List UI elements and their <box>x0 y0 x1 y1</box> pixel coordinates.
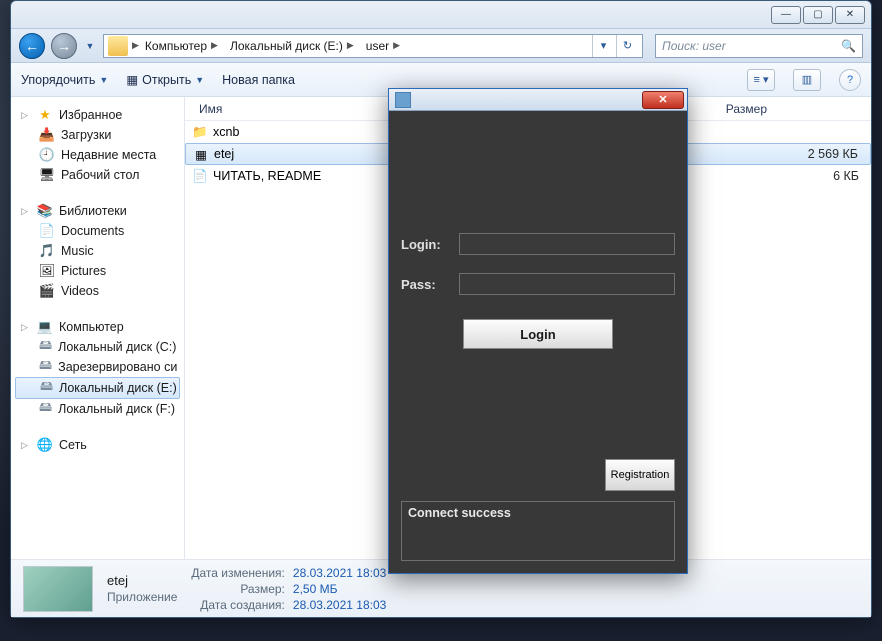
details-size-label: Размер: <box>191 582 285 596</box>
pass-label: Pass: <box>401 277 451 292</box>
drive-icon: 🖴 <box>39 359 52 375</box>
help-button[interactable]: ? <box>839 69 861 91</box>
new-folder-button[interactable]: Новая папка <box>222 73 295 87</box>
pictures-icon: 🖼 <box>39 263 55 279</box>
library-icon: 📚 <box>37 203 53 219</box>
app-icon <box>395 92 411 108</box>
music-icon: 🎵 <box>39 243 55 259</box>
details-created: 28.03.2021 18:03 <box>293 598 386 612</box>
nav-forward-button[interactable]: → <box>51 33 77 59</box>
nav-computer[interactable]: ▷💻Компьютер <box>11 317 184 337</box>
folder-icon <box>108 36 128 56</box>
breadcrumb-seg[interactable]: user▶ <box>360 39 406 53</box>
password-input[interactable] <box>459 273 675 295</box>
dialog-close-button[interactable]: ✕ <box>642 91 684 109</box>
nav-libraries[interactable]: ▷📚Библиотеки <box>11 201 184 221</box>
nav-documents[interactable]: 📄Documents <box>11 221 184 241</box>
documents-icon: 📄 <box>39 223 55 239</box>
status-box: Connect success <box>401 501 675 561</box>
refresh-button[interactable]: ↻ <box>616 35 638 57</box>
nav-videos[interactable]: 🎬Videos <box>11 281 184 301</box>
breadcrumb-seg[interactable]: Компьютер▶ <box>139 39 224 53</box>
breadcrumb[interactable]: ▶ Компьютер▶ Локальный диск (E:)▶ user▶ … <box>103 34 643 58</box>
login-dialog: ✕ Login: Pass: Login Registration Connec… <box>388 88 688 574</box>
breadcrumb-seg[interactable]: Локальный диск (E:)▶ <box>224 39 360 53</box>
details-type: Приложение <box>107 590 177 604</box>
file-name: etej <box>210 147 392 161</box>
nav-recent[interactable]: 🕘Недавние места <box>11 145 184 165</box>
recent-icon: 🕘 <box>39 147 55 163</box>
downloads-icon: 📥 <box>39 127 55 143</box>
app-icon: ▦ <box>192 147 210 162</box>
nav-drive-f[interactable]: 🖴Локальный диск (F:) <box>11 399 184 419</box>
file-size: 6 КБ <box>791 169 871 183</box>
txt-icon: 📄 <box>191 169 209 184</box>
file-thumbnail <box>23 566 93 612</box>
search-placeholder: Поиск: user <box>662 39 726 53</box>
nav-drive-e[interactable]: 🖴Локальный диск (E:) <box>15 377 180 399</box>
file-name: ЧИТАТЬ, README <box>209 169 391 183</box>
organize-menu[interactable]: Упорядочить ▼ <box>21 73 108 87</box>
desktop-icon: 🖥 <box>39 167 55 183</box>
close-button[interactable]: ✕ <box>835 6 865 24</box>
drive-icon: 🖴 <box>39 401 52 417</box>
nav-pictures[interactable]: 🖼Pictures <box>11 261 184 281</box>
col-name[interactable]: Имя <box>191 102 391 116</box>
search-icon: 🔍 <box>841 39 856 53</box>
dialog-titlebar: ✕ <box>389 89 687 111</box>
network-icon: 🌐 <box>37 437 53 453</box>
registration-button[interactable]: Registration <box>605 459 675 491</box>
nav-network[interactable]: ▷🌐Сеть <box>11 435 184 455</box>
nav-downloads[interactable]: 📥Загрузки <box>11 125 184 145</box>
nav-music[interactable]: 🎵Music <box>11 241 184 261</box>
details-mod: 28.03.2021 18:03 <box>293 566 386 580</box>
open-button[interactable]: ▦ Открыть ▼ <box>126 72 204 87</box>
file-name: xcnb <box>209 125 391 139</box>
details-mod-label: Дата изменения: <box>191 566 285 580</box>
nav-drive-reserved[interactable]: 🖴Зарезервировано си <box>11 357 184 377</box>
nav-favorites[interactable]: ▷★Избранное <box>11 105 184 125</box>
drive-icon: 🖴 <box>40 380 53 396</box>
computer-icon: 💻 <box>37 319 53 335</box>
star-icon: ★ <box>37 107 53 123</box>
open-icon: ▦ <box>126 72 138 87</box>
view-options-button[interactable]: ≡ ▾ <box>747 69 775 91</box>
preview-pane-button[interactable]: ▥ <box>793 69 821 91</box>
address-bar: ← → ▼ ▶ Компьютер▶ Локальный диск (E:)▶ … <box>11 29 871 63</box>
login-label: Login: <box>401 237 451 252</box>
nav-drive-c[interactable]: 🖴Локальный диск (C:) <box>11 337 184 357</box>
login-input[interactable] <box>459 233 675 255</box>
search-input[interactable]: Поиск: user 🔍 <box>655 34 863 58</box>
details-name: etej <box>107 573 177 588</box>
login-button[interactable]: Login <box>463 319 613 349</box>
details-size: 2,50 МБ <box>293 582 386 596</box>
videos-icon: 🎬 <box>39 283 55 299</box>
nav-back-button[interactable]: ← <box>19 33 45 59</box>
folder-icon: 📁 <box>191 125 209 140</box>
col-size[interactable]: Размер <box>695 102 775 116</box>
nav-history-dropdown[interactable]: ▼ <box>83 33 97 59</box>
drive-icon: 🖴 <box>39 339 52 355</box>
nav-desktop[interactable]: 🖥Рабочий стол <box>11 165 184 185</box>
details-created-label: Дата создания: <box>191 598 285 612</box>
titlebar: — ▢ ✕ <box>11 1 871 29</box>
minimize-button[interactable]: — <box>771 6 801 24</box>
navigation-pane: ▷★Избранное 📥Загрузки 🕘Недавние места 🖥Р… <box>11 97 185 559</box>
file-size: 2 569 КБ <box>790 147 870 161</box>
breadcrumb-dropdown[interactable]: ▾ <box>592 35 614 57</box>
maximize-button[interactable]: ▢ <box>803 6 833 24</box>
